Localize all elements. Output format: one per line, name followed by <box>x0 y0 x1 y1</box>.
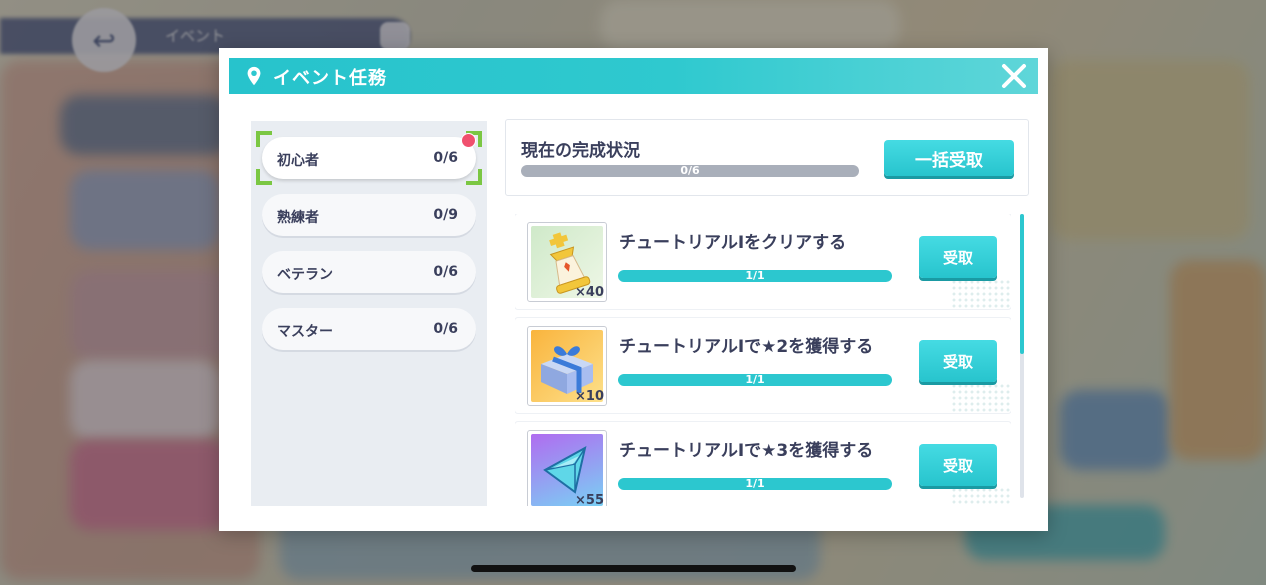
notification-badge <box>461 133 476 148</box>
selection-corner <box>256 131 272 147</box>
claim-button[interactable]: 受取 <box>919 444 997 486</box>
category-panel: 初心者 0/6 熟練者 0/9 ベテラン 0/6 マスター 0/6 <box>251 121 487 506</box>
category-name: 初心者 <box>277 153 319 169</box>
reward-quantity: ×55 <box>575 493 604 506</box>
claim-button[interactable]: 受取 <box>919 236 997 278</box>
reward-item[interactable]: ×55 <box>527 430 607 506</box>
task-progress-text: 1/1 <box>745 477 765 490</box>
summary-progress-text: 0/6 <box>680 164 700 177</box>
close-button[interactable] <box>998 60 1030 92</box>
reward-item[interactable]: ×40 <box>527 222 607 302</box>
summary-title: 現在の完成状況 <box>521 141 640 161</box>
category-name: 熟練者 <box>277 210 319 226</box>
category-beginner[interactable]: 初心者 0/6 <box>256 131 482 185</box>
home-indicator <box>471 565 796 572</box>
scroll-thumb[interactable] <box>1020 214 1024 354</box>
dialog-title-bar: イベント任務 <box>229 58 1038 94</box>
task-progress-bar: 1/1 <box>618 269 892 282</box>
task-row: ×40 チュートリアルⅠをクリアする 1/1 受取 <box>515 214 1011 309</box>
category-count: 0/6 <box>433 150 458 166</box>
decorative-dots <box>951 487 1011 506</box>
category-veteran[interactable]: ベテラン 0/6 <box>262 251 476 293</box>
completion-summary: 現在の完成状況 0/6 一括受取 <box>505 119 1029 196</box>
category-skilled[interactable]: 熟練者 0/9 <box>262 194 476 236</box>
category-count: 0/9 <box>433 207 458 223</box>
task-progress-text: 1/1 <box>745 269 765 282</box>
close-icon <box>1002 64 1026 88</box>
summary-progress-bar: 0/6 <box>521 164 859 177</box>
selection-corner <box>466 169 482 185</box>
decorative-dots <box>951 383 1011 413</box>
reward-quantity: ×10 <box>575 389 604 404</box>
task-row: ×55 チュートリアルⅠで★3を獲得する 1/1 受取 <box>515 422 1011 506</box>
task-progress-bar: 1/1 <box>618 373 892 386</box>
task-row: ×10 チュートリアルⅠで★2を獲得する 1/1 受取 <box>515 318 1011 413</box>
event-mission-dialog: イベント任務 初心者 0/6 熟練者 0/9 ベテラン 0/6 マスター 0/6… <box>219 48 1048 531</box>
task-description: チュートリアルⅠで★2を獲得する <box>619 337 874 357</box>
dialog-title: イベント任務 <box>273 68 387 89</box>
reward-item[interactable]: ×10 <box>527 326 607 406</box>
task-progress-text: 1/1 <box>745 373 765 386</box>
bulk-claim-button[interactable]: 一括受取 <box>884 140 1014 176</box>
reward-quantity: ×40 <box>575 285 604 300</box>
category-count: 0/6 <box>433 321 458 337</box>
task-description: チュートリアルⅠをクリアする <box>619 233 847 253</box>
category-count: 0/6 <box>433 264 458 280</box>
task-description: チュートリアルⅠで★3を獲得する <box>619 441 874 461</box>
location-pin-icon <box>247 66 261 86</box>
claim-button[interactable]: 受取 <box>919 340 997 382</box>
decorative-dots <box>951 279 1011 309</box>
task-list[interactable]: ×40 チュートリアルⅠをクリアする 1/1 受取 ×10 チュートリアルⅠで★… <box>515 214 1011 506</box>
category-name: マスター <box>277 324 333 340</box>
category-master[interactable]: マスター 0/6 <box>262 308 476 350</box>
task-progress-bar: 1/1 <box>618 477 892 490</box>
selection-corner <box>256 169 272 185</box>
category-name: ベテラン <box>277 267 333 283</box>
task-list-scrollbar[interactable] <box>1020 214 1024 498</box>
